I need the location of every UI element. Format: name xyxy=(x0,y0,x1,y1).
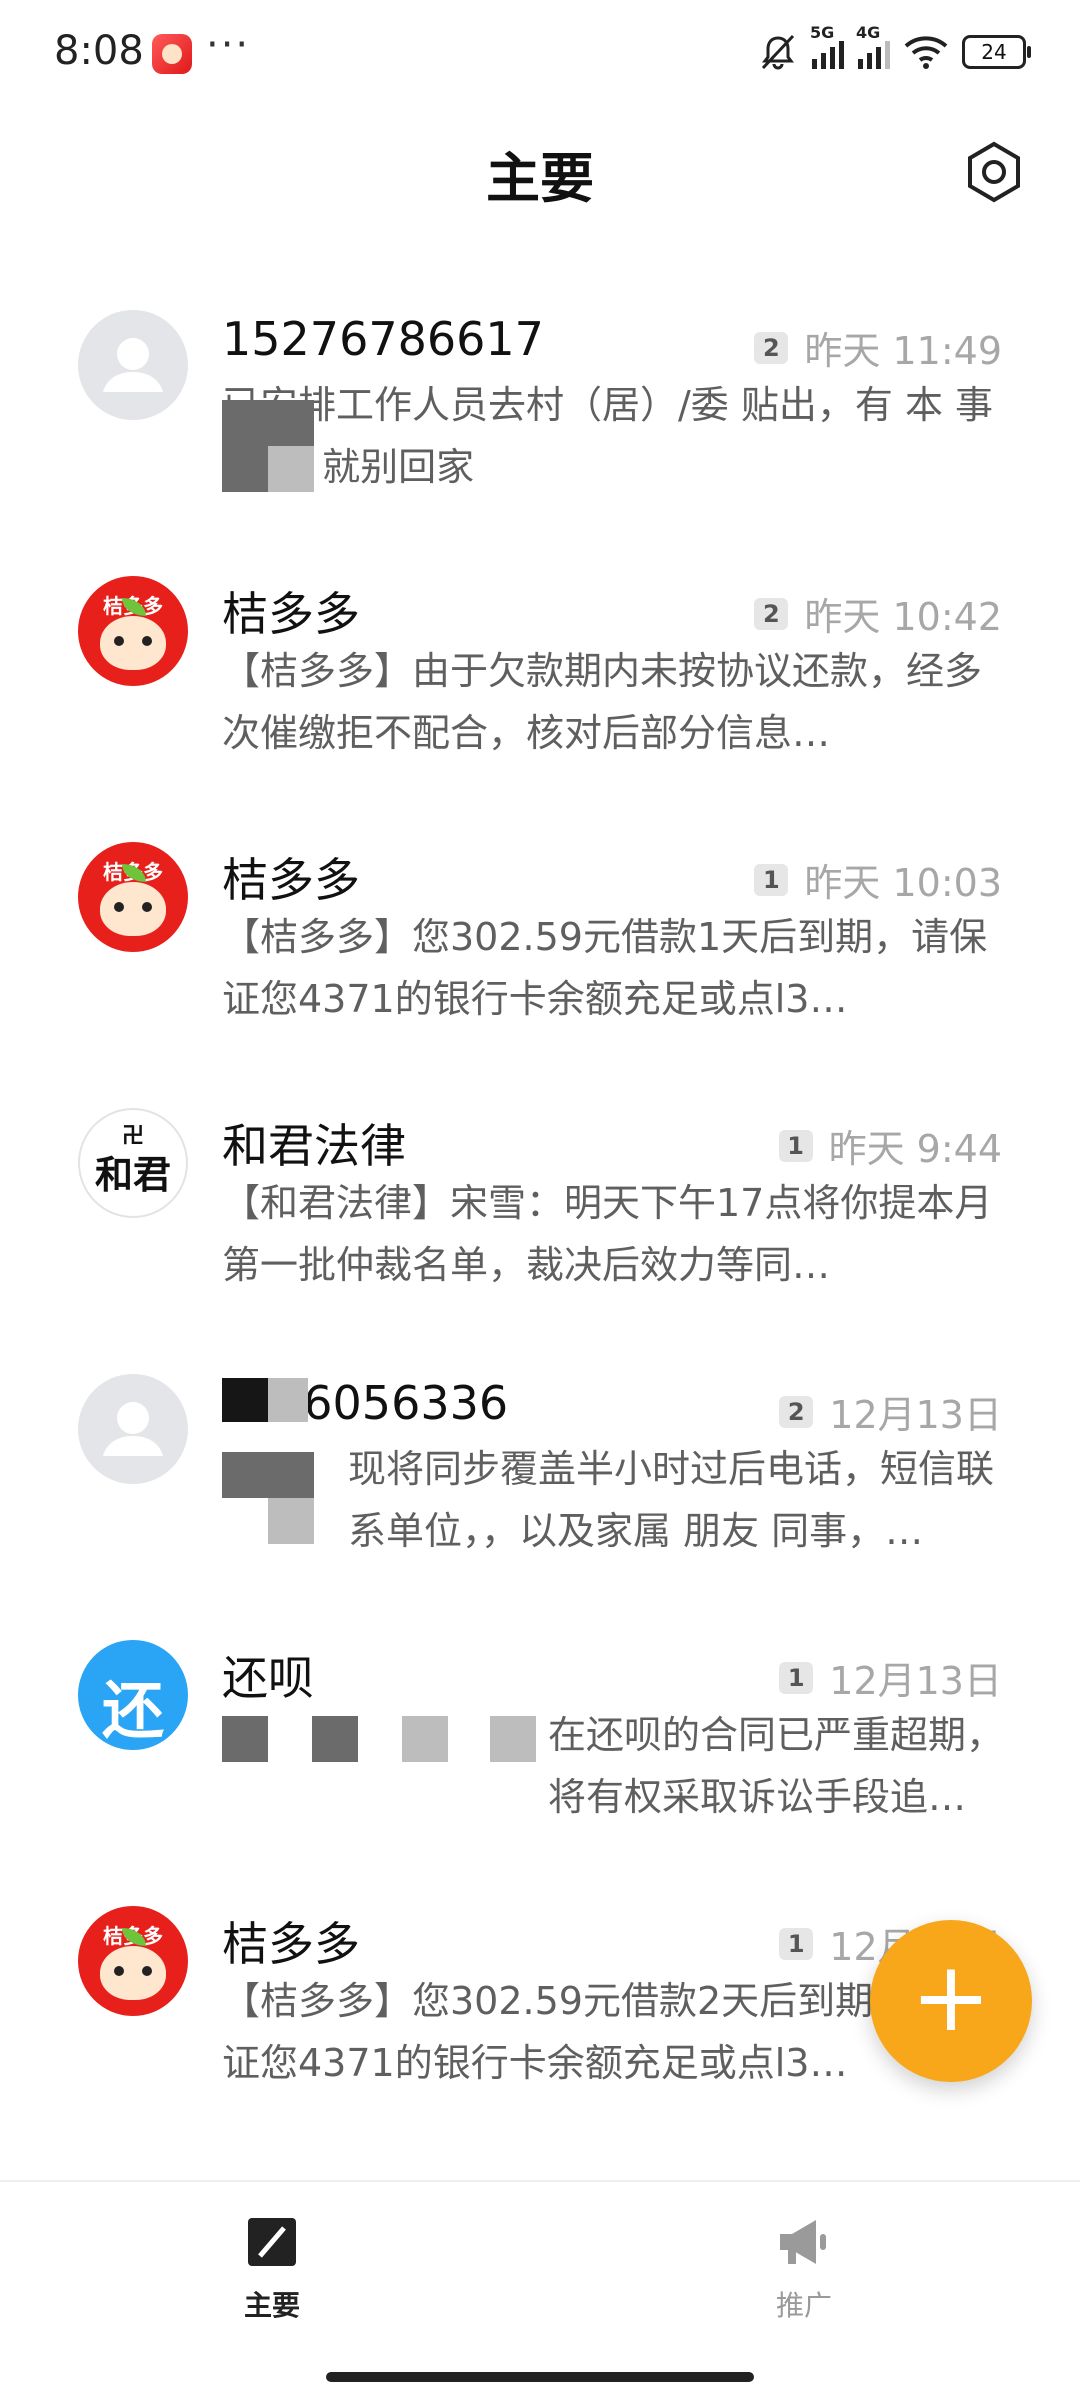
megaphone-icon xyxy=(780,2220,826,2264)
conversation-item[interactable]: 还 还呗 1 12月13日 在还呗的合同已严重超期，将有权采取诉讼手段追偿欠款… xyxy=(0,1600,1080,1866)
unread-badge: 1 xyxy=(754,863,789,896)
unread-badge: 2 xyxy=(754,331,789,364)
signal-4g-icon: 4G xyxy=(856,23,890,69)
unread-badge: 1 xyxy=(779,1661,814,1694)
avatar: 桔多多 xyxy=(78,842,188,952)
avatar xyxy=(78,310,188,420)
tab-main-label: 主要 xyxy=(243,2289,300,2322)
redaction-block xyxy=(312,1716,358,1762)
redaction-block xyxy=(222,446,268,492)
message-time: 昨天 11:49 xyxy=(804,329,1002,373)
plus-icon: + xyxy=(910,1941,992,2053)
redaction-block xyxy=(222,1452,268,1498)
conversation-list: 15276786617 2 昨天 11:49 已安排工作人员去村（居）/委 贴出，… xyxy=(0,270,1080,2132)
tab-promotion[interactable]: 推广 xyxy=(704,2212,904,2324)
redaction-block xyxy=(402,1716,448,1762)
message-time: 昨天 10:03 xyxy=(804,861,1002,905)
home-indicator[interactable] xyxy=(326,2372,754,2382)
notification-app-icon xyxy=(152,34,192,74)
unread-badge: 1 xyxy=(778,1129,813,1162)
redaction-block xyxy=(222,1378,268,1422)
conversation-item[interactable]: 26056336 2 12月13日 现将同步覆盖半小时过后电话，短信联系单位，，以… xyxy=(0,1334,1080,1600)
redaction-block xyxy=(222,1716,268,1762)
message-preview: 已安排工作人员去村（居）/委 贴出，有 本 事 过 年 就别回家 xyxy=(222,383,994,489)
conversation-item[interactable]: 桔多多 桔多多 1 昨天 10:03 【桔多多】您302.59元借款1天后到期，请… xyxy=(0,802,1080,1068)
redaction-block xyxy=(268,1452,314,1498)
unread-badge: 2 xyxy=(779,1395,814,1428)
status-time: 8:08 xyxy=(54,28,144,74)
wifi-icon xyxy=(904,36,948,69)
message-time: 昨天 10:42 xyxy=(804,595,1002,639)
person-icon xyxy=(103,1402,163,1456)
message-time: 昨天 9:44 xyxy=(828,1127,1002,1171)
unread-badge: 2 xyxy=(754,597,789,630)
mute-bell-icon xyxy=(761,34,795,70)
more-notifications-icon: ··· xyxy=(206,22,251,68)
message-preview: 现将同步覆盖半小时过后电话，短信联系单位，，以及家属 朋友 同事，… xyxy=(348,1447,995,1553)
tab-main[interactable]: 主要 xyxy=(172,2212,372,2324)
message-preview: 【和君法律】宋雪：明天下午17点将你提本月第一批仲裁名单，裁决后效力等同… xyxy=(222,1181,993,1287)
avatar xyxy=(78,1374,188,1484)
message-time: 12月13日 xyxy=(829,1393,1002,1437)
message-preview: 【桔多多】您302.59元借款1天后到期，请保证您4371的银行卡余额充足或点l… xyxy=(222,915,988,1021)
compose-icon xyxy=(248,2218,296,2266)
signal-5g-icon: 5G xyxy=(810,23,844,69)
contact-name: 15276786617 xyxy=(222,312,544,366)
person-icon xyxy=(103,338,163,392)
conversation-item[interactable]: 卍 和君 和君法律 1 昨天 9:44 【和君法律】宋雪：明天下午17点将你提本月… xyxy=(0,1068,1080,1334)
conversation-item[interactable]: 15276786617 2 昨天 11:49 已安排工作人员去村（居）/委 贴出，… xyxy=(0,270,1080,536)
unread-badge: 1 xyxy=(779,1927,814,1960)
conversation-item[interactable]: 桔多多 桔多多 2 昨天 10:42 【桔多多】由于欠款期内未按协议还款，经多次催… xyxy=(0,536,1080,802)
contact-name: 桔多多 xyxy=(222,1917,360,1971)
message-preview: 【桔多多】由于欠款期内未按协议还款，经多次催缴拒不配合，核对后部分信息… xyxy=(222,649,983,755)
avatar: 还 xyxy=(78,1640,188,1750)
status-bar: 8:08 ··· 5G 4G 24 xyxy=(0,0,1080,100)
battery-icon: 24 xyxy=(962,35,1031,69)
contact-name: 桔多多 xyxy=(222,853,360,907)
redaction-block xyxy=(268,1498,314,1544)
page-title: 主要 xyxy=(486,147,594,210)
contact-name: 和君法律 xyxy=(222,1119,406,1173)
redaction-block xyxy=(268,1378,308,1422)
message-preview: 在还呗的合同已严重超期，将有权采取诉讼手段追偿欠款… xyxy=(548,1713,1004,1819)
contact-name: 桔多多 xyxy=(222,587,360,641)
avatar: 桔多多 xyxy=(78,1906,188,2016)
new-message-button[interactable]: + xyxy=(870,1920,1032,2082)
bottom-nav: 主要 推广 xyxy=(0,2180,1080,2402)
avatar: 卍 和君 xyxy=(78,1108,188,1218)
redaction-block xyxy=(490,1716,536,1762)
contact-name: 26056336 xyxy=(274,1376,509,1430)
contact-name: 还呗 xyxy=(222,1651,314,1705)
redaction-block xyxy=(268,446,314,492)
redaction-block xyxy=(268,400,314,446)
settings-icon[interactable] xyxy=(962,140,1026,204)
tab-promotion-label: 推广 xyxy=(775,2289,832,2322)
redaction-block xyxy=(222,400,268,446)
message-time: 12月13日 xyxy=(829,1659,1002,1703)
app-header: 主要 xyxy=(0,120,1080,220)
avatar: 桔多多 xyxy=(78,576,188,686)
